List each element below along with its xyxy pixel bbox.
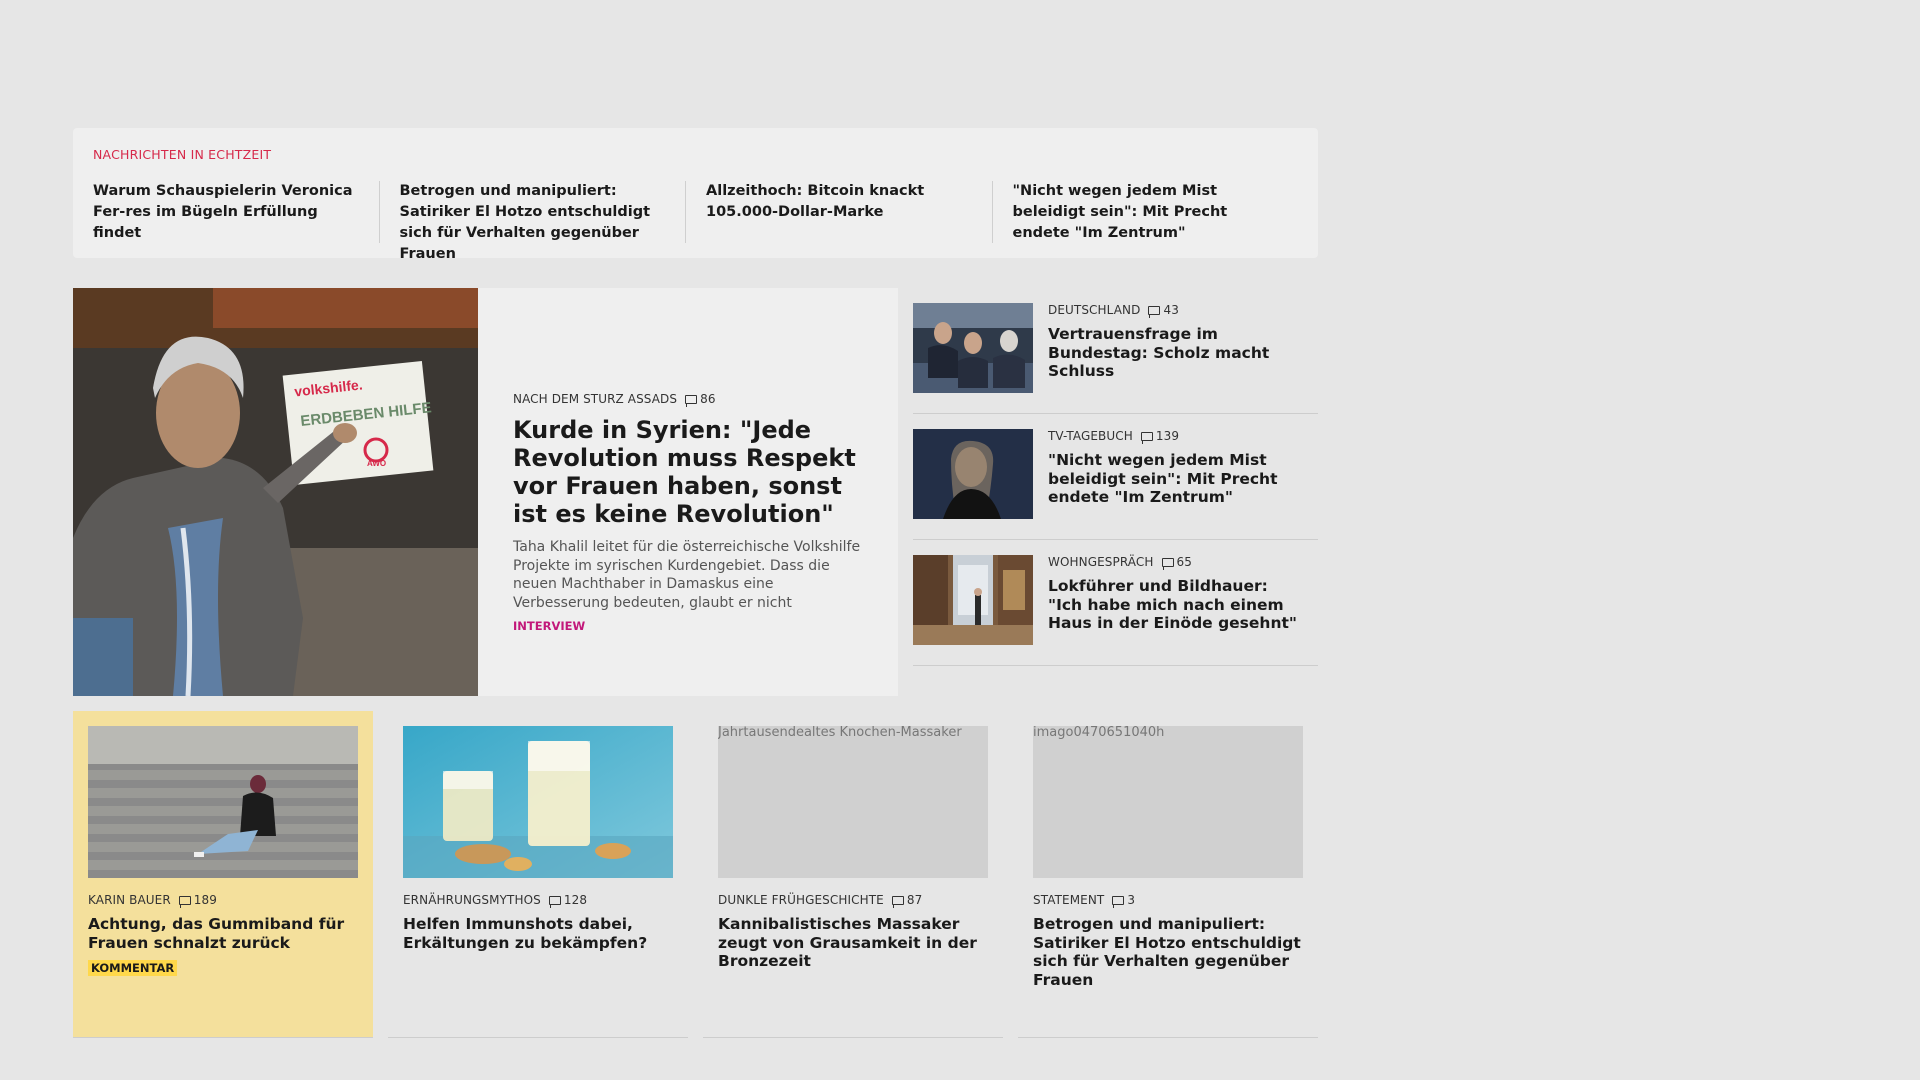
- side-article-image[interactable]: [913, 303, 1033, 393]
- comment-count[interactable]: 65: [1161, 555, 1192, 570]
- comment-number: 139: [1155, 429, 1180, 443]
- side-article-image[interactable]: [913, 429, 1033, 519]
- ticker-heading: NACHRICHTEN IN ECHTZEIT: [93, 147, 272, 162]
- hero-kicker: NACH DEM STURZ ASSADS 86: [513, 392, 868, 407]
- side-article-title[interactable]: "Nicht wegen jedem Mist beleidigt sein":…: [1048, 451, 1298, 507]
- hero-title[interactable]: Kurde in Syrien: "Jede Revolution muss R…: [513, 416, 868, 528]
- article-grid: KARIN BAUER 189 Achtung, das Gummiband f…: [73, 711, 1318, 1038]
- comment-number: 189: [193, 893, 217, 907]
- sign-awo: AWO: [367, 459, 386, 468]
- kicker-label: NACH DEM STURZ ASSADS: [513, 392, 678, 406]
- card-title[interactable]: Betrogen und manipuliert: Satiriker El H…: [1033, 915, 1303, 989]
- side-article-list: DEUTSCHLAND 43 Vertrauensfrage im Bundes…: [913, 288, 1318, 696]
- side-article-title[interactable]: Lokführer und Bildhauer: "Ich habe mich …: [1048, 577, 1298, 633]
- card-image[interactable]: [403, 726, 673, 878]
- kicker-label: DUNKLE FRÜHGESCHICHTE: [718, 893, 884, 907]
- comment-icon: [1140, 431, 1153, 444]
- comment-icon: [1148, 305, 1161, 318]
- kicker-label: DEUTSCHLAND: [1048, 303, 1141, 317]
- card-kicker: DUNKLE FRÜHGESCHICHTE 87: [718, 893, 988, 908]
- card-kicker: STATEMENT 3: [1033, 893, 1303, 908]
- page-content: NACHRICHTEN IN ECHTZEIT Warum Schauspiel…: [73, 128, 1318, 1038]
- card-kicker: KARIN BAUER 189: [88, 893, 358, 908]
- comment-icon: [891, 895, 904, 908]
- comment-count[interactable]: 87: [891, 893, 923, 908]
- card-image-placeholder[interactable]: imago0470651040h: [1033, 726, 1303, 878]
- side-article-image[interactable]: [913, 555, 1033, 645]
- interview-tag: INTERVIEW: [513, 619, 586, 633]
- ticker-row: Warum Schauspielerin Veronica Fer-res im…: [93, 181, 1298, 265]
- card-title[interactable]: Helfen Immunshots dabei, Erkältungen zu …: [403, 915, 673, 952]
- comment-number: 86: [700, 392, 716, 406]
- card-kicker: ERNÄHRUNGSMYTHOS 128: [403, 893, 673, 908]
- comment-count[interactable]: 86: [685, 392, 716, 407]
- hero-text: NACH DEM STURZ ASSADS 86 Kurde in Syrien…: [478, 288, 898, 696]
- ticker-item[interactable]: Betrogen und manipuliert: Satiriker El H…: [400, 181, 686, 265]
- article-card[interactable]: imago0470651040h STATEMENT 3 Betrogen un…: [1018, 711, 1318, 1038]
- comment-icon: [685, 394, 698, 407]
- live-news-ticker: NACHRICHTEN IN ECHTZEIT Warum Schauspiel…: [73, 128, 1318, 262]
- comment-number: 128: [563, 893, 588, 907]
- card-image-placeholder[interactable]: Jahrtausendealtes Knochen-Massaker: [718, 726, 988, 878]
- kommentar-tag: KOMMENTAR: [88, 960, 178, 976]
- comment-number: 3: [1127, 893, 1136, 907]
- side-article[interactable]: TV-TAGEBUCH 139 "Nicht wegen jedem Mist …: [913, 414, 1318, 540]
- divider: [991, 181, 993, 243]
- image-alt-text: Jahrtausendealtes Knochen-Massaker: [718, 726, 962, 740]
- side-article-body: DEUTSCHLAND 43 Vertrauensfrage im Bundes…: [1048, 303, 1298, 393]
- hero-image[interactable]: volkshilfe. ERDBEBEN HILFE AWO: [73, 288, 478, 696]
- side-kicker: WOHNGESPRÄCH 65: [1048, 555, 1298, 570]
- comment-icon: [548, 895, 561, 908]
- card-title[interactable]: Kannibalistisches Massaker zeugt von Gra…: [718, 915, 988, 971]
- article-card[interactable]: KARIN BAUER 189 Achtung, das Gummiband f…: [73, 711, 373, 1038]
- comment-icon: [1112, 895, 1125, 908]
- side-article-body: TV-TAGEBUCH 139 "Nicht wegen jedem Mist …: [1048, 429, 1298, 519]
- comment-count[interactable]: 43: [1148, 303, 1179, 318]
- card-title[interactable]: Achtung, das Gummiband für Frauen schnal…: [88, 915, 358, 952]
- kicker-label: ERNÄHRUNGSMYTHOS: [403, 893, 541, 907]
- top-stories-row: volkshilfe. ERDBEBEN HILFE AWO NACH DEM: [73, 288, 1318, 696]
- ticker-item[interactable]: Allzeithoch: Bitcoin knackt 105.000-Doll…: [706, 181, 992, 265]
- comment-count[interactable]: 3: [1112, 893, 1136, 908]
- kicker-label: KARIN BAUER: [88, 893, 171, 907]
- kicker-label: STATEMENT: [1033, 893, 1105, 907]
- article-card[interactable]: ERNÄHRUNGSMYTHOS 128 Helfen Immunshots d…: [388, 711, 688, 1038]
- side-kicker: DEUTSCHLAND 43: [1048, 303, 1298, 318]
- side-article-body: WOHNGESPRÄCH 65 Lokführer und Bildhauer:…: [1048, 555, 1298, 645]
- side-article[interactable]: DEUTSCHLAND 43 Vertrauensfrage im Bundes…: [913, 288, 1318, 414]
- hero-article[interactable]: volkshilfe. ERDBEBEN HILFE AWO NACH DEM: [73, 288, 898, 696]
- comment-count[interactable]: 189: [178, 893, 217, 908]
- comment-icon: [1161, 557, 1174, 570]
- side-kicker: TV-TAGEBUCH 139: [1048, 429, 1298, 444]
- comment-count[interactable]: 139: [1140, 429, 1180, 444]
- card-image[interactable]: [88, 726, 358, 878]
- article-card[interactable]: Jahrtausendealtes Knochen-Massaker DUNKL…: [703, 711, 1003, 1038]
- divider: [685, 181, 686, 243]
- side-article-title[interactable]: Vertrauensfrage im Bundestag: Scholz mac…: [1048, 325, 1298, 381]
- ticker-item[interactable]: "Nicht wegen jedem Mist beleidigt sein":…: [1013, 181, 1299, 265]
- divider: [378, 181, 380, 243]
- comment-count[interactable]: 128: [548, 893, 588, 908]
- comment-number: 65: [1176, 555, 1192, 569]
- kicker-label: TV-TAGEBUCH: [1048, 429, 1133, 443]
- kicker-label: WOHNGESPRÄCH: [1048, 555, 1154, 569]
- comment-number: 87: [906, 893, 923, 907]
- side-article[interactable]: WOHNGESPRÄCH 65 Lokführer und Bildhauer:…: [913, 540, 1318, 666]
- ticker-item[interactable]: Warum Schauspielerin Veronica Fer-res im…: [93, 181, 379, 265]
- hero-teaser: Taha Khalil leitet für die österreichisc…: [513, 539, 861, 611]
- image-alt-text: imago0470651040h: [1033, 726, 1165, 740]
- comment-icon: [178, 895, 191, 908]
- comment-number: 43: [1163, 303, 1179, 317]
